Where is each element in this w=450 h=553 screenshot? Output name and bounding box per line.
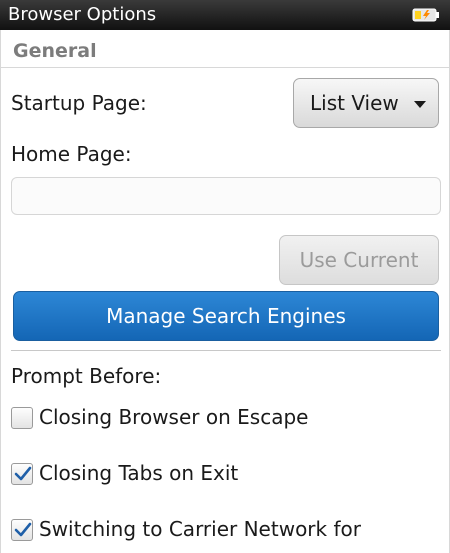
title-bar: Browser Options bbox=[0, 0, 450, 30]
checkmark-icon bbox=[14, 466, 32, 481]
checkmark-icon bbox=[14, 522, 32, 537]
startup-page-value: List View bbox=[310, 91, 399, 115]
checkbox-checked[interactable] bbox=[11, 463, 33, 485]
checkbox-checked[interactable] bbox=[11, 519, 33, 541]
startup-page-dropdown[interactable]: List View bbox=[293, 78, 439, 128]
section-header-general: General bbox=[13, 40, 97, 62]
battery-charging-icon bbox=[412, 8, 439, 22]
browser-options-panel: General Startup Page: List View Home Pag… bbox=[0, 30, 450, 553]
manage-search-engines-button[interactable]: Manage Search Engines bbox=[13, 291, 439, 341]
home-page-label: Home Page: bbox=[11, 142, 132, 166]
section-divider bbox=[1, 67, 449, 68]
chevron-down-icon bbox=[414, 101, 426, 108]
window-title: Browser Options bbox=[8, 4, 157, 25]
checkbox-label: Closing Browser on Escape bbox=[39, 405, 309, 429]
prompt-before-label: Prompt Before: bbox=[11, 364, 162, 388]
section-divider bbox=[11, 350, 441, 351]
startup-page-label: Startup Page: bbox=[11, 91, 147, 115]
checkbox-label: Closing Tabs on Exit bbox=[39, 461, 239, 485]
use-current-button[interactable]: Use Current bbox=[279, 235, 439, 285]
checkbox-unchecked[interactable] bbox=[11, 407, 33, 429]
home-page-input[interactable] bbox=[11, 177, 441, 215]
checkbox-label: Switching to Carrier Network for bbox=[39, 517, 361, 541]
